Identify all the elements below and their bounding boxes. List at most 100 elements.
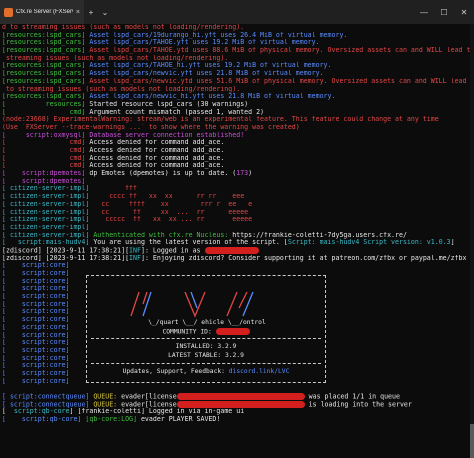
close-window-button[interactable]: ✕ bbox=[454, 8, 474, 17]
console-text: dp Emotes (dpemotes) is up to date. ( bbox=[89, 170, 237, 178]
console-text: [ citizen-server-impl] bbox=[2, 193, 94, 201]
console-text: to streaming issues (such as models not … bbox=[2, 85, 241, 93]
lvc-logo: \_/quart \__/ ehicle \__/ontrol bbox=[130, 291, 266, 326]
discord-link[interactable]: discord.link/LVC bbox=[229, 368, 290, 375]
console-text: 173 bbox=[236, 170, 249, 178]
console-text: Argument count mismatch (passed 1, wante… bbox=[89, 108, 265, 116]
console-text: [ script:oxmysql] bbox=[2, 131, 90, 139]
scrollbar[interactable] bbox=[470, 24, 474, 458]
console-text: Started resource lspd_cars (30 warnings) bbox=[89, 100, 249, 108]
console-text: [ script:qb-core] bbox=[2, 416, 86, 424]
redacted-text bbox=[204, 246, 259, 254]
console-text: [ cmd] bbox=[2, 147, 90, 154]
console-text: [ script:core] bbox=[2, 362, 74, 370]
console-text: cccc ff xx xx rr rr eee bbox=[93, 193, 245, 201]
console-text: INF bbox=[129, 254, 141, 262]
console-text: [ script:core] bbox=[2, 323, 74, 331]
console-text: was placed 1/1 in queue bbox=[304, 393, 400, 401]
console-text: You are using the latest version of the … bbox=[93, 239, 288, 247]
console-text: Asset lspd_cars/19durango_hi.yft uses 26… bbox=[89, 31, 348, 39]
new-tab-button[interactable]: + bbox=[84, 8, 98, 17]
console-text: [ script:core] bbox=[2, 285, 74, 293]
console-text: Asset lspd_cars/TAHOE.ytd uses 88.6 MiB … bbox=[89, 47, 472, 55]
console-text: (node:23668) ExperimentalWarning: stream… bbox=[2, 116, 439, 124]
console-text: Access denied for command add_ace. bbox=[89, 162, 225, 170]
console-text: [ cmd] bbox=[2, 162, 90, 170]
console-text: Database server connection established! bbox=[89, 131, 245, 139]
console-text: [ script:core] bbox=[2, 346, 74, 354]
console-line: [ script:connectqueue] QUEUE: evader[lic… bbox=[2, 400, 472, 409]
console-line: [resources:lspd_cars] Asset lspd_cars/ne… bbox=[2, 70, 472, 78]
banner-divider bbox=[91, 338, 321, 339]
console-line: [ script:core] bbox=[2, 262, 472, 270]
console-text: ]: Enjoying zdiscord? Consider supportin… bbox=[140, 254, 472, 262]
console-line: [resources:lspd_cars] Asset lspd_cars/TA… bbox=[2, 47, 472, 55]
console-line: [resources:lspd_cars] Asset lspd_cars/ne… bbox=[2, 93, 472, 101]
console-text: evader[license bbox=[121, 400, 177, 409]
console-text: [ script:connectqueue] bbox=[2, 393, 94, 401]
console-text: [resources:lspd_cars] bbox=[2, 77, 90, 85]
title-bar: Cfx.re Server (FXServer/unknc × + ⌄ — ☐ … bbox=[0, 0, 474, 24]
console-line: [resources:lspd_cars] Asset lspd_cars/TA… bbox=[2, 39, 472, 47]
console-line: [ script:oxmysql] Database server connec… bbox=[2, 132, 472, 140]
redacted-text bbox=[176, 393, 305, 400]
console-line: [ cmd] Access denied for command add_ace… bbox=[2, 147, 472, 155]
console-line: [ script:dpemotes] bbox=[2, 178, 472, 186]
console-text: [ script:core] bbox=[2, 339, 74, 347]
console-text: Asset lspd_cars/TAHOE.yft uses 19.2 MiB … bbox=[89, 39, 320, 47]
console-text: [ cmd] bbox=[2, 139, 90, 147]
chevron-down-icon[interactable]: ⌄ bbox=[98, 8, 112, 17]
console-text: [ citizen-server-impl] bbox=[2, 216, 94, 224]
maximize-button[interactable]: ☐ bbox=[434, 8, 454, 17]
console-text: [ script:core] bbox=[2, 331, 74, 339]
console-line: [zdiscord] [2023-9-11 17:38:21][INF]: Lo… bbox=[2, 246, 472, 255]
console-text: is loading into the server bbox=[304, 400, 412, 409]
console-text: [resources:lspd_cars] bbox=[2, 47, 90, 55]
console-text: Asset lspd_cars/newvic_hi.yft uses 21.8 … bbox=[89, 93, 336, 101]
console-text: [resources:lspd_cars] bbox=[2, 93, 90, 101]
console-text: Asset lspd_cars/newvic.ytd uses 51.6 MiB… bbox=[89, 77, 467, 85]
console-line: [ script:mais-hudv4] You are using the l… bbox=[2, 239, 472, 247]
tab-close-icon[interactable]: × bbox=[76, 9, 80, 16]
console-text: evader PLAYER SAVED! bbox=[140, 416, 221, 424]
console-line: to streaming issues (such as models not … bbox=[2, 86, 472, 94]
console-text: [ script:core] bbox=[2, 277, 74, 285]
console-text: [ cmd] bbox=[2, 108, 90, 116]
console-line: [resources:lspd_cars] Asset lspd_cars/TA… bbox=[2, 62, 472, 70]
console-line: streaming issues (such as models not loa… bbox=[2, 55, 472, 63]
console-text: Script: mais-hudv4 Script version: v1.0.… bbox=[287, 239, 451, 247]
console-text: [ script:core] bbox=[2, 293, 74, 301]
console-line: [ citizen-server-impl] cc ff xx ... rr e… bbox=[2, 209, 472, 217]
console-text: (Use `FXServer --trace-warnings ...` to … bbox=[2, 123, 300, 131]
console-line: [ resources] Started resource lspd_cars … bbox=[2, 101, 472, 109]
console-line: [ script:connectqueue] QUEUE: evader[lic… bbox=[2, 393, 472, 401]
console-text: [ script:dpemotes] bbox=[2, 177, 90, 185]
console-text: cc ff xx ... rr eeeee bbox=[93, 208, 249, 216]
console-line: [ citizen-server-impl] ccccc ff xx xx ..… bbox=[2, 216, 472, 224]
console-text: [ bbox=[2, 408, 14, 416]
redacted-text bbox=[176, 400, 305, 408]
console-text: Asset lspd_cars/TAHOE_hi.yft uses 19.2 M… bbox=[89, 62, 332, 70]
console-text: [ script:core] bbox=[2, 377, 74, 385]
terminal-icon bbox=[4, 7, 13, 17]
console-line: [resources:lspd_cars] Asset lspd_cars/19… bbox=[2, 32, 472, 40]
console-line: [ citizen-server-impl] cc ffff xx rrr r … bbox=[2, 201, 472, 209]
latest-version: LATEST STABLE: 3.2.9 bbox=[168, 352, 244, 359]
support-text: Updates, Support, Feedback: bbox=[122, 368, 229, 375]
tab-fxserver[interactable]: Cfx.re Server (FXServer/unknc × bbox=[0, 0, 84, 24]
console-text: fff bbox=[93, 185, 137, 193]
console-line: [resources:lspd_cars] Asset lspd_cars/ne… bbox=[2, 78, 472, 86]
console-line: [ citizen-server-impl] cccc ff xx xx rr … bbox=[2, 193, 472, 201]
window-controls: — ☐ ✕ bbox=[414, 8, 474, 17]
minimize-button[interactable]: — bbox=[414, 8, 434, 17]
console-text: Access denied for command add_ace. bbox=[89, 147, 225, 154]
console-text: [resources:lspd_cars] bbox=[2, 62, 90, 70]
console-line: [ citizen-server-impl] bbox=[2, 224, 472, 232]
console-text: [ citizen-server-impl] bbox=[2, 208, 94, 216]
console-line: [zdiscord] [2023-9-11 17:38:21][INF]: En… bbox=[2, 255, 472, 263]
console-text: [resources:lspd_cars] bbox=[2, 31, 90, 39]
console-text: ]: Logged in as bbox=[140, 246, 205, 255]
console-text: Access denied for command add_ace. bbox=[89, 139, 225, 147]
console-text: [qb-core:LOG] bbox=[85, 416, 141, 424]
scrollbar-thumb[interactable] bbox=[470, 424, 474, 458]
